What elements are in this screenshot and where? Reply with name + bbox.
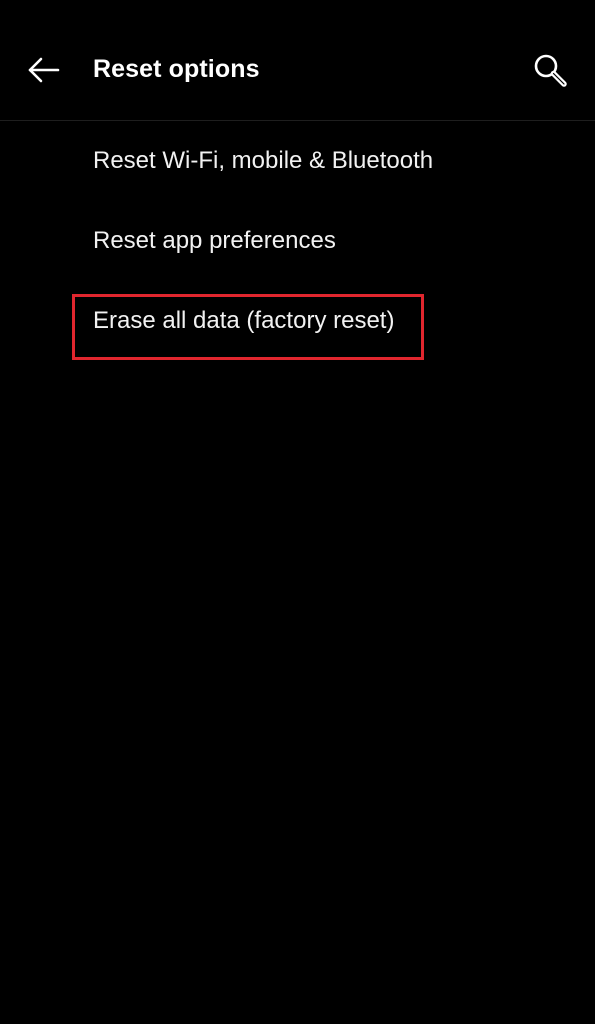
search-button[interactable]: [530, 50, 574, 94]
factory-reset-label: Erase all data (factory reset): [93, 307, 395, 334]
reset-app-preferences-item[interactable]: Reset app preferences: [0, 201, 595, 281]
search-icon: [534, 54, 567, 87]
factory-reset-item[interactable]: Erase all data (factory reset): [0, 281, 595, 361]
reset-network-item[interactable]: Reset Wi-Fi, mobile & Bluetooth: [0, 121, 595, 201]
arrow-left-icon: [28, 57, 60, 83]
reset-network-label: Reset Wi-Fi, mobile & Bluetooth: [93, 147, 434, 174]
app-bar: Reset options: [0, 0, 595, 120]
reset-options-list: Reset Wi-Fi, mobile & Bluetooth Reset ap…: [0, 121, 595, 361]
reset-app-preferences-label: Reset app preferences: [93, 227, 336, 254]
back-button[interactable]: [22, 50, 66, 90]
page-title: Reset options: [93, 55, 260, 83]
